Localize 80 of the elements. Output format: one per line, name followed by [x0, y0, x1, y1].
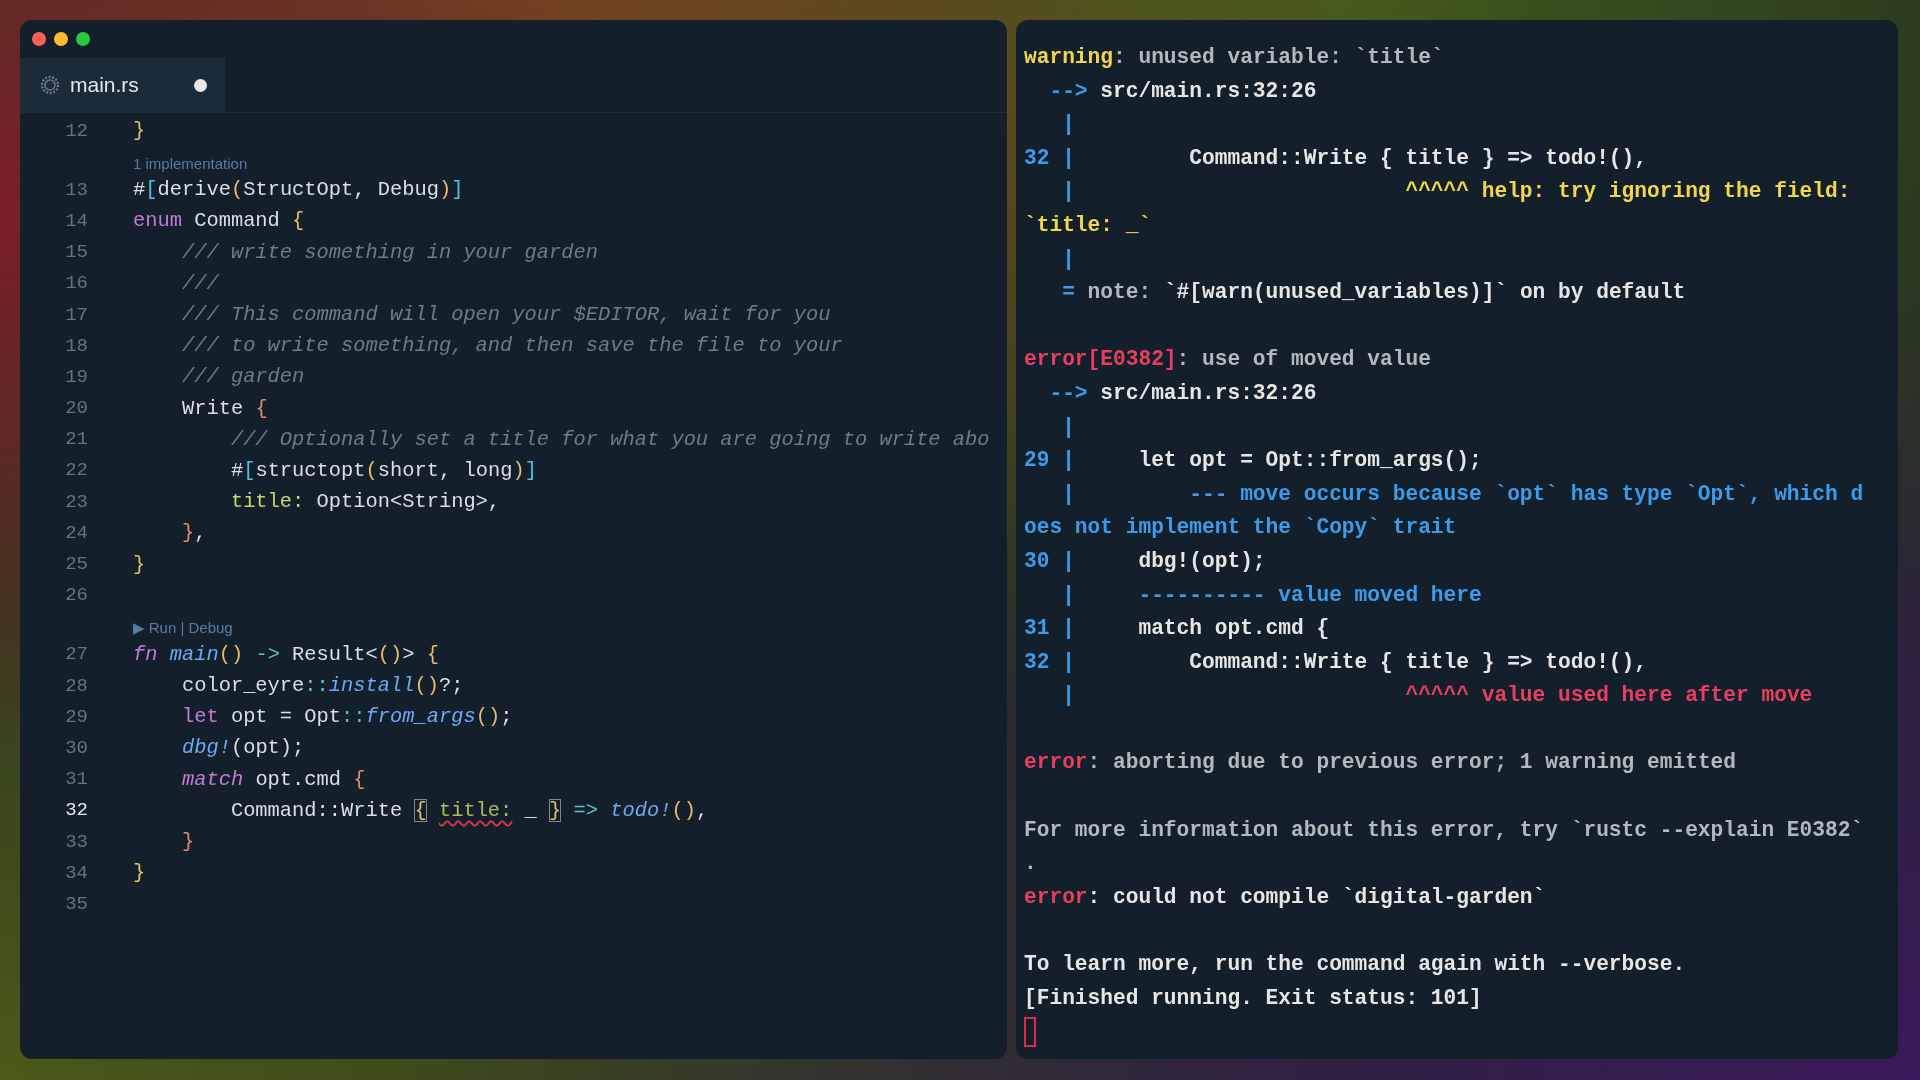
line-number: 27 — [64, 643, 88, 666]
line-number: 29 — [64, 705, 88, 728]
terminal-line: 32 | Command::Write { title } => todo!(), — [1024, 144, 1647, 172]
line-number: 15 — [64, 241, 88, 264]
line-number: 21 — [64, 428, 88, 451]
code-line: Command::Write { title: _ } => todo!(), — [229, 798, 709, 822]
line-number: 25 — [64, 553, 88, 576]
code-line: enum Command { — [133, 209, 305, 233]
terminal-line: --> src/main.rs:32:26 — [1048, 379, 1317, 407]
code-line: let opt = Opt::from_args(); — [180, 705, 513, 729]
line-number: 30 — [64, 736, 88, 759]
terminal-line: = note: `#[warn(unused_variables)]` on by default — [1061, 279, 1686, 307]
code-lens[interactable]: 1 implementation — [133, 155, 248, 175]
code-line: Write { — [180, 396, 268, 420]
code-line: /// garden — [180, 365, 305, 389]
code-line: /// write something in your garden — [180, 240, 598, 264]
terminal-line: | ^^^^^ help: try ignoring the field: — [1061, 178, 1851, 206]
line-number: 24 — [64, 521, 88, 544]
terminal-line: For more information about this error, try `rustc --explain E0382` — [1024, 816, 1864, 844]
terminal-line: | ---------- value moved here — [1061, 581, 1482, 609]
zoom-button[interactable] — [76, 32, 90, 46]
code-line: /// to write something, and then save the file to your — [180, 334, 843, 358]
code-line: } — [133, 861, 146, 885]
line-number: 14 — [64, 209, 88, 232]
terminal-line: | --- move occurs because `opt` has type `Opt`, which d — [1061, 480, 1864, 508]
terminal-line: | — [1061, 111, 1075, 139]
code-line: /// — [180, 271, 219, 295]
code-line: } — [180, 830, 195, 854]
line-number: 35 — [64, 892, 88, 915]
terminal-line: | — [1061, 413, 1075, 441]
editor-tab[interactable]: main.rs — [20, 58, 225, 112]
code-line: } — [133, 119, 146, 143]
line-number: 23 — [64, 490, 88, 513]
terminal-line: oes not implement the `Copy` trait — [1024, 514, 1457, 542]
minimize-button[interactable] — [54, 32, 68, 46]
terminal-line: 32 | Command::Write { title } => todo!(), — [1024, 648, 1647, 676]
line-number: 19 — [64, 365, 88, 388]
code-line: title: Option<String>, — [229, 490, 501, 514]
line-number: 31 — [64, 768, 88, 791]
close-button[interactable] — [32, 32, 46, 46]
line-number: 32 — [64, 799, 88, 822]
code-line: /// This command will open your $EDITOR, wait for you — [180, 303, 831, 327]
terminal-line: | ^^^^^ value used here after move — [1061, 682, 1813, 710]
terminal-line: --> src/main.rs:32:26 — [1048, 77, 1317, 105]
line-number: 22 — [64, 459, 88, 482]
line-number: 13 — [64, 178, 88, 201]
line-number: 17 — [64, 303, 88, 326]
terminal-line: [Finished running. Exit status: 101] — [1024, 984, 1482, 1012]
code-line: #[derive(StructOpt, Debug)] — [133, 178, 464, 202]
line-number: 28 — [64, 674, 88, 697]
code-line: }, — [180, 521, 207, 545]
line-number: 26 — [64, 584, 88, 607]
terminal-line: 31 | match opt.cmd { — [1024, 615, 1330, 643]
code-line: dbg!(opt); — [180, 736, 305, 760]
terminal-line: `title: _` — [1024, 211, 1152, 239]
code-line: color_eyre::install()?; — [180, 674, 464, 698]
code-line: match opt.cmd { — [180, 767, 366, 791]
terminal-line: error[E0382]: use of moved value — [1024, 346, 1431, 374]
terminal-line: To learn more, run the command again with --verbose. — [1024, 951, 1686, 979]
terminal-line: . — [1024, 850, 1037, 878]
terminal-line: 30 | dbg!(opt); — [1024, 547, 1266, 575]
line-number: 16 — [64, 272, 88, 295]
line-number: 18 — [64, 334, 88, 357]
line-number: 34 — [64, 861, 88, 884]
terminal-line: | — [1061, 245, 1075, 273]
terminal-line: warning: unused variable: `title` — [1024, 44, 1444, 71]
code-lens[interactable]: ▶ Run | Debug — [133, 618, 233, 639]
tab-label: main.rs — [70, 73, 140, 97]
terminal-line: error: aborting due to previous error; 1 warning emitted — [1024, 749, 1737, 777]
terminal-line: 29 | let opt = Opt::from_args(); — [1024, 447, 1482, 475]
code-line: #[structopt(short, long)] — [229, 458, 537, 482]
line-number: 20 — [64, 397, 88, 420]
terminal-cursor-icon — [1024, 1017, 1036, 1048]
code-line: fn main() -> Result<()> { — [133, 642, 439, 666]
terminal-line: error: could not compile `digital-garden` — [1024, 883, 1546, 911]
line-number: 33 — [64, 830, 88, 853]
line-number: 12 — [64, 119, 88, 142]
code-line: } — [133, 552, 146, 576]
gear-icon — [40, 75, 60, 95]
code-line: /// Optionally set a title for what you are going to write abo — [229, 427, 990, 451]
